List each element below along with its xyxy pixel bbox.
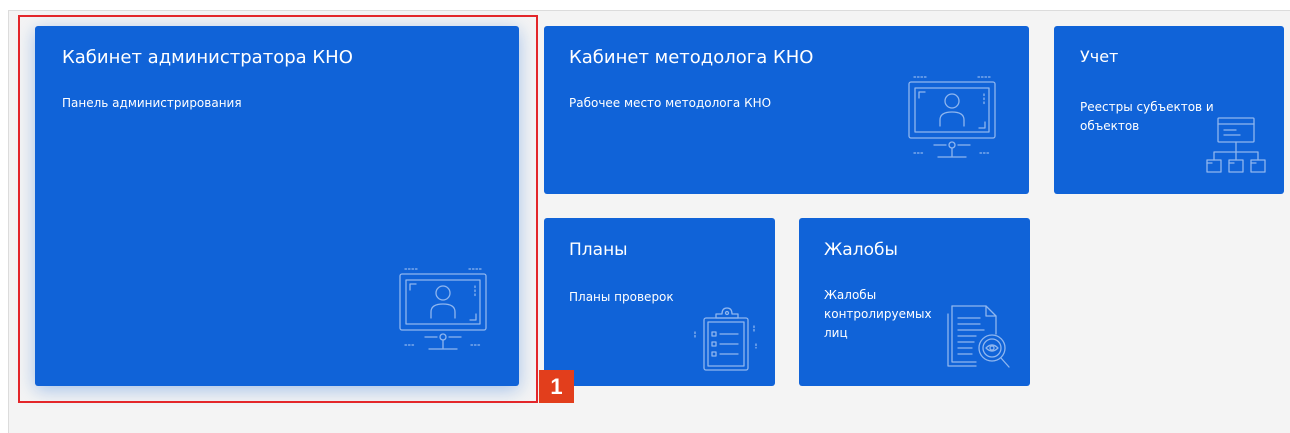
tile-title: Учет: [1080, 47, 1119, 66]
tile-admin-cabinet[interactable]: Кабинет администратора КНО Панель админи…: [35, 26, 519, 386]
tile-subtitle: Рабочее место методолога КНО: [569, 96, 772, 110]
tile-subtitle: Панель администрирования: [62, 96, 242, 110]
tile-methodologist-cabinet[interactable]: Кабинет методолога КНО Рабочее место мет…: [544, 26, 1029, 194]
step-marker-badge: 1: [539, 370, 574, 403]
monitor-user-icon: [399, 268, 487, 350]
tile-title: Кабинет методолога КНО: [569, 47, 814, 68]
tile-plans[interactable]: Планы Планы проверок: [544, 218, 775, 386]
tile-title: Кабинет администратора КНО: [62, 47, 353, 68]
tile-title: Планы: [569, 240, 628, 260]
hierarchy-registry-icon: [1206, 117, 1266, 173]
clipboard-checklist-icon: [694, 307, 757, 371]
tile-subtitle: Жалобы контролируемых лиц: [824, 288, 932, 340]
tile-subtitle: Планы проверок: [569, 290, 674, 304]
tile-complaints[interactable]: Жалобы Жалобы контролируемых лиц: [799, 218, 1030, 386]
monitor-user-icon: [908, 76, 996, 158]
tile-accounting[interactable]: Учет Реестры субъектов и объектов: [1054, 26, 1284, 194]
document-search-icon: [947, 305, 1010, 368]
tile-title: Жалобы: [824, 240, 898, 260]
